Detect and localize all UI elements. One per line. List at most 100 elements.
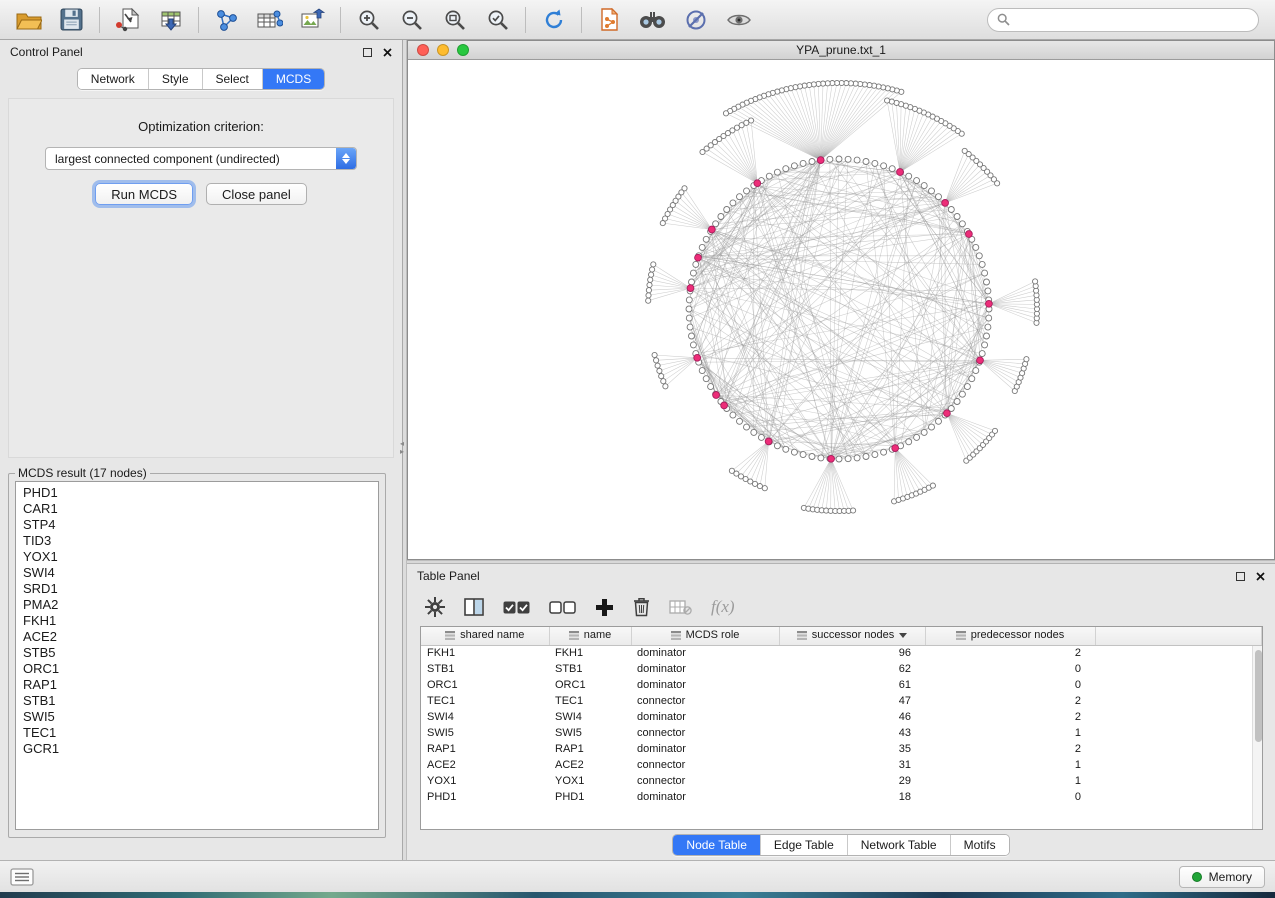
- graph-leaf-node[interactable]: [660, 221, 665, 226]
- graph-node[interactable]: [737, 418, 743, 424]
- column-header-successor-nodes[interactable]: successor nodes: [779, 627, 925, 645]
- graph-node[interactable]: [686, 297, 692, 303]
- zoom-selected-button[interactable]: [477, 4, 518, 36]
- export-image-button[interactable]: [292, 4, 333, 36]
- graph-node[interactable]: [699, 368, 705, 374]
- graph-node[interactable]: [686, 315, 692, 321]
- zoom-fit-button[interactable]: [434, 4, 475, 36]
- graph-node[interactable]: [791, 449, 797, 455]
- graph-node[interactable]: [708, 384, 714, 390]
- graph-dominator-node[interactable]: [708, 226, 715, 233]
- graph-node[interactable]: [744, 188, 750, 194]
- graph-node[interactable]: [703, 236, 709, 242]
- tab-mcds[interactable]: MCDS: [263, 69, 324, 89]
- graph-dominator-node[interactable]: [721, 402, 728, 409]
- graph-leaf-node[interactable]: [661, 379, 666, 384]
- graph-node[interactable]: [936, 194, 942, 200]
- graph-node[interactable]: [982, 342, 988, 348]
- graph-dominator-node[interactable]: [942, 200, 949, 207]
- graph-dominator-node[interactable]: [817, 157, 824, 164]
- panel-menu-button[interactable]: [10, 868, 34, 886]
- graph-node[interactable]: [872, 160, 878, 166]
- open-session-button[interactable]: [8, 4, 49, 36]
- document-share-button[interactable]: [589, 4, 630, 36]
- graph-leaf-node[interactable]: [992, 428, 997, 433]
- graph-leaf-node[interactable]: [650, 267, 655, 272]
- graph-node[interactable]: [854, 455, 860, 461]
- graph-node[interactable]: [929, 188, 935, 194]
- tab-select[interactable]: Select: [203, 69, 263, 89]
- table-row[interactable]: SWI4SWI4dominator462: [421, 709, 1262, 725]
- graph-node[interactable]: [872, 452, 878, 458]
- graph-node[interactable]: [979, 351, 985, 357]
- graph-node[interactable]: [724, 207, 730, 213]
- graph-node[interactable]: [730, 200, 736, 206]
- graph-node[interactable]: [936, 418, 942, 424]
- graph-node[interactable]: [845, 156, 851, 162]
- graph-leaf-node[interactable]: [659, 374, 664, 379]
- deselect-all-button[interactable]: [549, 600, 576, 615]
- table-scrollbar[interactable]: [1252, 646, 1262, 829]
- graph-dominator-node[interactable]: [892, 445, 899, 452]
- graph-node[interactable]: [881, 163, 887, 169]
- save-session-button[interactable]: [51, 4, 92, 36]
- graph-node[interactable]: [984, 279, 990, 285]
- graph-node[interactable]: [985, 288, 991, 294]
- graph-node[interactable]: [954, 399, 960, 405]
- graph-node[interactable]: [809, 159, 815, 165]
- show-columns-button[interactable]: [464, 598, 484, 616]
- graph-node[interactable]: [690, 342, 696, 348]
- network-titlebar[interactable]: YPA_prune.txt_1: [408, 41, 1274, 60]
- graph-node[interactable]: [959, 221, 965, 227]
- splitter-collapse-icon[interactable]: ◂▸: [400, 440, 404, 456]
- graph-node[interactable]: [686, 306, 692, 312]
- graph-leaf-node[interactable]: [655, 363, 660, 368]
- table-row[interactable]: FKH1FKH1dominator962: [421, 645, 1262, 661]
- graph-node[interactable]: [845, 456, 851, 462]
- new-network-button[interactable]: [206, 4, 247, 36]
- graph-dominator-node[interactable]: [966, 231, 973, 238]
- mcds-node-item[interactable]: ACE2: [16, 629, 378, 645]
- graph-node[interactable]: [906, 173, 912, 179]
- import-table-button[interactable]: [150, 4, 191, 36]
- graph-node[interactable]: [836, 156, 842, 162]
- tab-node-table[interactable]: Node Table: [673, 835, 761, 855]
- refresh-button[interactable]: [533, 4, 574, 36]
- graph-node[interactable]: [985, 324, 991, 330]
- graph-node[interactable]: [718, 214, 724, 220]
- memory-button[interactable]: Memory: [1179, 866, 1265, 888]
- graph-node[interactable]: [744, 424, 750, 430]
- graph-node[interactable]: [800, 160, 806, 166]
- graph-leaf-node[interactable]: [651, 262, 656, 267]
- graph-leaf-node[interactable]: [700, 149, 705, 154]
- graph-leaf-node[interactable]: [646, 293, 651, 298]
- graph-node[interactable]: [783, 166, 789, 172]
- graph-leaf-node[interactable]: [962, 148, 967, 153]
- float-panel-icon[interactable]: [363, 48, 372, 57]
- add-column-button[interactable]: [595, 598, 614, 617]
- graph-node[interactable]: [800, 452, 806, 458]
- graph-leaf-node[interactable]: [757, 484, 762, 489]
- graph-leaf-node[interactable]: [851, 508, 856, 513]
- tab-edge-table[interactable]: Edge Table: [761, 835, 848, 855]
- mcds-node-item[interactable]: GCR1: [16, 741, 378, 757]
- table-row[interactable]: RAP1RAP1dominator352: [421, 741, 1262, 757]
- tab-network-table[interactable]: Network Table: [848, 835, 951, 855]
- graph-node[interactable]: [973, 244, 979, 250]
- graph-leaf-node[interactable]: [723, 111, 728, 116]
- graph-node[interactable]: [984, 333, 990, 339]
- network-graph[interactable]: [408, 60, 1274, 559]
- tab-style[interactable]: Style: [149, 69, 203, 89]
- table-row[interactable]: PHD1PHD1dominator180: [421, 789, 1262, 805]
- scrollbar-thumb[interactable]: [1255, 650, 1262, 742]
- column-header-shared-name[interactable]: shared name: [421, 627, 549, 645]
- search-input[interactable]: [1016, 13, 1249, 27]
- search-field[interactable]: [987, 8, 1259, 32]
- graph-node[interactable]: [863, 159, 869, 165]
- graph-node[interactable]: [699, 244, 705, 250]
- graph-node[interactable]: [986, 315, 992, 321]
- graph-dominator-node[interactable]: [754, 180, 761, 187]
- graph-node[interactable]: [881, 449, 887, 455]
- graph-dominator-node[interactable]: [944, 410, 951, 417]
- graph-node[interactable]: [836, 456, 842, 462]
